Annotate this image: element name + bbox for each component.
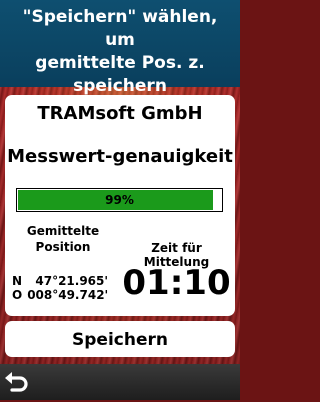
back-button[interactable] (2, 366, 32, 398)
instruction-line-2: gemittelte Pos. z. (35, 53, 205, 73)
averaging-time-value: 01:10 (122, 263, 231, 303)
instruction-line-1: "Speichern" wählen, um (22, 7, 218, 50)
save-button[interactable]: Speichern (5, 321, 235, 357)
latitude-hemisphere: N (12, 274, 23, 288)
latitude-row: N 47°21.965' (12, 274, 108, 288)
averaged-position-title-line-2: Position (35, 240, 91, 254)
instruction-banner: "Speichern" wählen, um gemittelte Pos. z… (0, 0, 240, 96)
latitude-value: 47°21.965' (35, 274, 109, 288)
back-arrow-icon (5, 372, 28, 392)
bottom-toolbar (0, 364, 240, 400)
company-name: TRAMsoft GmbH (37, 103, 203, 124)
accuracy-percent: 99% (105, 193, 134, 207)
longitude-value: 008°49.742' (27, 288, 109, 302)
longitude-row: O 008°49.742' (12, 288, 108, 302)
accuracy-progress-bar: 99% (16, 188, 223, 212)
averaging-card: TRAMsoft GmbH Messwert-genauigkeit 99% G… (5, 95, 235, 316)
longitude-hemisphere: O (12, 288, 23, 302)
averaged-position-title-line-1: Gemittelte (26, 224, 100, 238)
averaged-position-title: Gemittelte Position (11, 223, 115, 255)
accuracy-label: Messwert-genauigkeit (7, 146, 233, 167)
